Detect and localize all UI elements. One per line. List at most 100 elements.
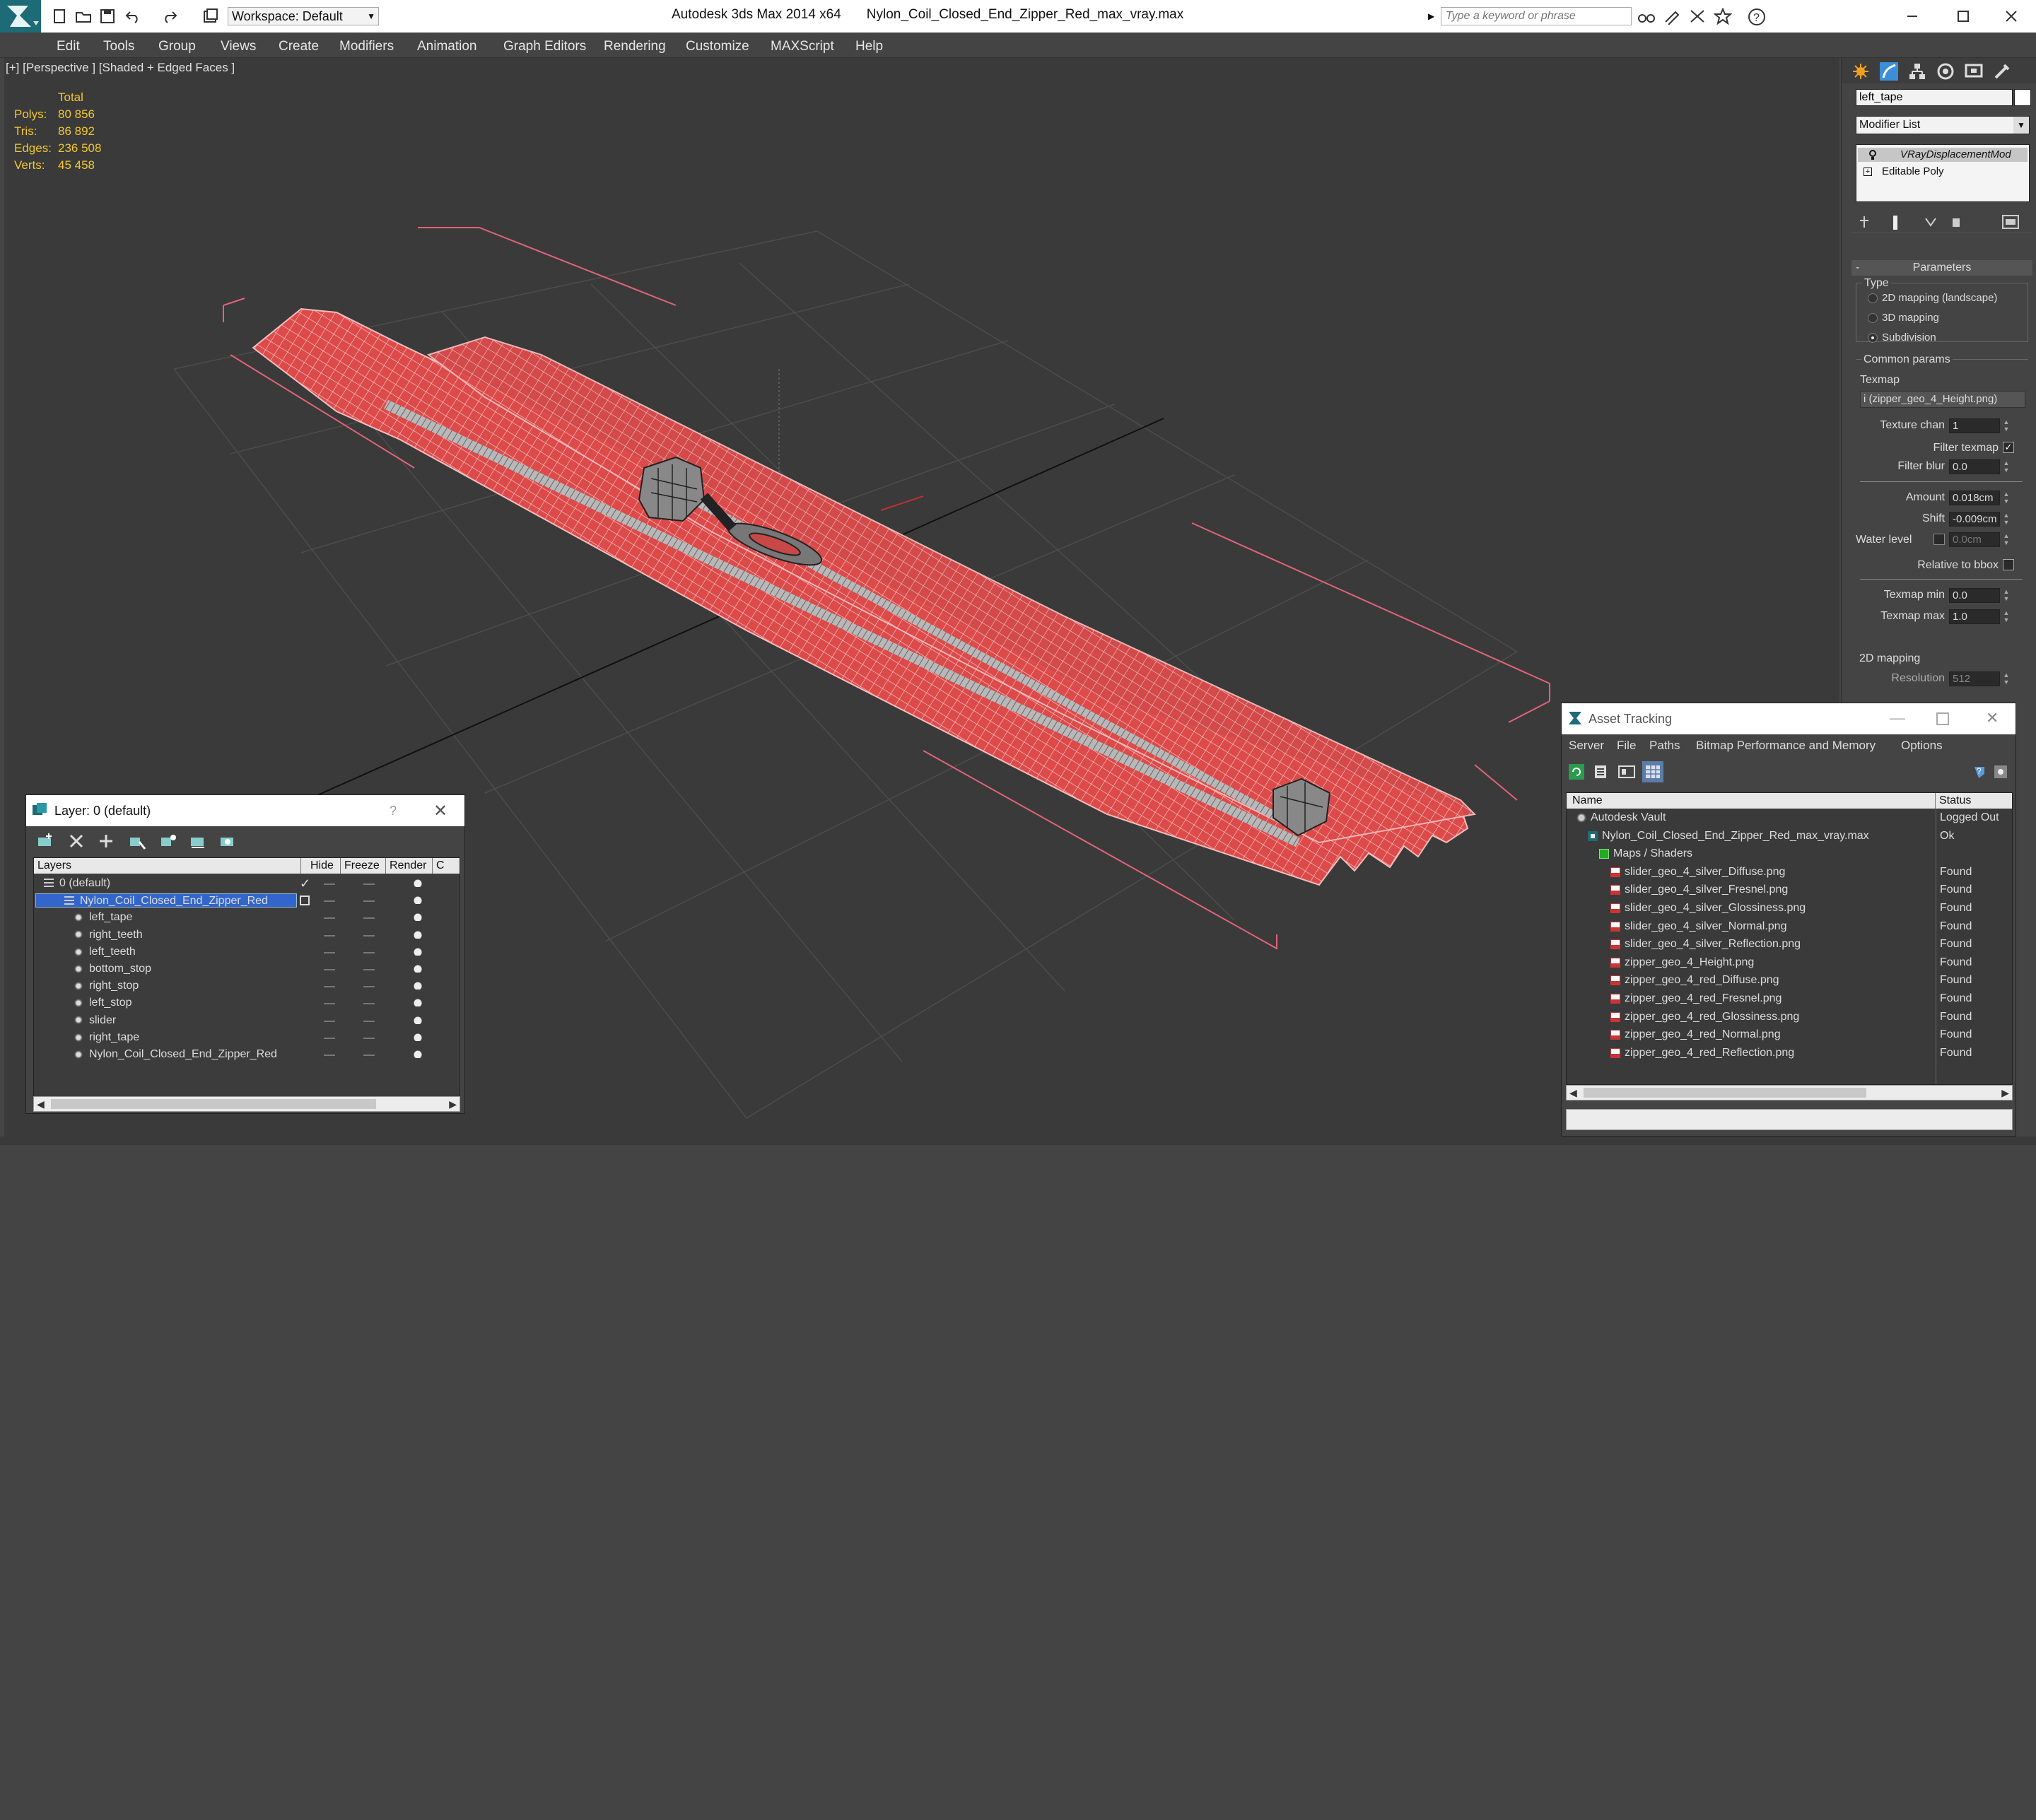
- render-teapot-icon[interactable]: [413, 912, 423, 922]
- radio-2d-mapping[interactable]: 2D mapping (landscape): [1868, 292, 1997, 304]
- highlight-layer-icon[interactable]: [159, 832, 177, 850]
- modifier-stack-item-vray[interactable]: VRayDisplacementMod: [1858, 148, 2028, 162]
- redo-icon[interactable]: [161, 8, 178, 25]
- freeze-toggle[interactable]: [363, 917, 375, 920]
- asset-row[interactable]: Autodesk Vault Logged Out: [1567, 809, 2012, 827]
- current-layer-box-icon[interactable]: [300, 896, 310, 906]
- spinner-arrows-icon[interactable]: ▲ ▼: [2001, 532, 2011, 547]
- freeze-toggle[interactable]: [363, 900, 375, 903]
- freeze-toggle[interactable]: [363, 986, 375, 988]
- layer-row[interactable]: 0 (default) ✓: [34, 875, 460, 892]
- list-view-icon[interactable]: [1593, 764, 1608, 780]
- expand-plus-icon[interactable]: +: [1864, 168, 1872, 176]
- asset-row[interactable]: slider_geo_4_silver_Reflection.png Found: [1567, 936, 2012, 953]
- render-teapot-icon[interactable]: [413, 1032, 423, 1041]
- hide-toggle[interactable]: [324, 1020, 335, 1022]
- subscription-icon[interactable]: [1663, 8, 1681, 25]
- workspace-dropdown[interactable]: Workspace: Default ▼: [228, 7, 379, 25]
- col-render[interactable]: Render: [386, 858, 433, 874]
- freeze-toggle[interactable]: [363, 883, 375, 885]
- filter-texmap-checkbox[interactable]: ✓: [2003, 442, 2014, 453]
- favorites-star-icon[interactable]: [1714, 8, 1732, 25]
- asset-menu-bitmap[interactable]: Bitmap Performance and Memory: [1696, 739, 1876, 753]
- open-file-icon[interactable]: [75, 8, 92, 25]
- save-file-icon[interactable]: [99, 8, 116, 25]
- radio-3d-mapping[interactable]: 3D mapping: [1868, 312, 1939, 324]
- col-hide[interactable]: Hide: [307, 858, 341, 874]
- minimize-button[interactable]: —: [1890, 709, 1905, 727]
- render-teapot-icon[interactable]: [413, 929, 423, 939]
- delete-layer-icon[interactable]: [67, 832, 86, 850]
- binoculars-icon[interactable]: [1637, 8, 1656, 25]
- layer-hscrollbar[interactable]: [33, 1806, 460, 1820]
- spinner-arrows-icon[interactable]: ▲ ▼: [2001, 418, 2011, 433]
- hide-toggle[interactable]: [324, 883, 335, 885]
- asset-row[interactable]: zipper_geo_4_Height.png Found: [1567, 954, 2012, 972]
- close-button[interactable]: [2001, 6, 2022, 27]
- layer-row[interactable]: left_tape: [34, 909, 460, 926]
- menu-rendering[interactable]: Rendering: [604, 39, 666, 54]
- layer-window-titlebar[interactable]: Layer: 0 (default) ? ✕: [26, 795, 464, 826]
- current-layer-check-icon[interactable]: ✓: [300, 875, 310, 892]
- asset-menu-options[interactable]: Options: [1901, 739, 1943, 753]
- object-name-field[interactable]: [1856, 89, 2013, 106]
- menu-animation[interactable]: Animation: [417, 39, 477, 54]
- asset-row[interactable]: slider_geo_4_silver_Diffuse.png Found: [1567, 864, 2012, 881]
- spinner-arrows-icon[interactable]: ▲ ▼: [2001, 671, 2011, 686]
- hide-toggle[interactable]: [324, 969, 335, 970]
- freeze-toggle[interactable]: [363, 951, 375, 953]
- utilities-tab-icon[interactable]: [1993, 62, 2011, 81]
- menu-group[interactable]: Group: [158, 39, 196, 54]
- freeze-toggle[interactable]: [363, 934, 375, 937]
- spinner-arrows-icon[interactable]: ▲ ▼: [2001, 609, 2011, 624]
- menu-tools[interactable]: Tools: [103, 39, 134, 54]
- hide-toggle[interactable]: [324, 986, 335, 988]
- search-expand-icon[interactable]: ▶: [1428, 7, 1438, 25]
- help-button[interactable]: ?: [390, 804, 397, 818]
- asset-row[interactable]: slider_geo_4_silver_Fresnel.png Found: [1567, 881, 2012, 899]
- render-teapot-icon[interactable]: [413, 964, 423, 973]
- menu-create[interactable]: Create: [279, 39, 319, 54]
- layer-scrollbar[interactable]: ◀ ▶: [33, 1096, 460, 1112]
- texmap-max-input[interactable]: 1.0: [1949, 609, 2000, 624]
- asset-row[interactable]: Nylon_Coil_Closed_End_Zipper_Red_max_vra…: [1567, 828, 2012, 845]
- texmap-button[interactable]: i (zipper_geo_4_Height.png): [1860, 391, 2025, 408]
- scroll-thumb[interactable]: [51, 1099, 376, 1109]
- render-teapot-icon[interactable]: [413, 1050, 423, 1058]
- hide-toggle[interactable]: [324, 1037, 335, 1039]
- layer-row[interactable]: left_teeth: [34, 944, 460, 961]
- scroll-left-icon[interactable]: ◀: [37, 1098, 45, 1110]
- select-objects-icon[interactable]: [128, 832, 146, 850]
- make-unique-icon[interactable]: [1924, 215, 1938, 229]
- scroll-right-icon[interactable]: ▶: [2001, 1087, 2009, 1099]
- modifier-list-dropdown[interactable]: Modifier List ▼: [1856, 116, 2030, 134]
- parameters-rollout-header[interactable]: - Parameters: [1851, 260, 2032, 276]
- object-color-swatch[interactable]: [2014, 89, 2031, 106]
- create-tab-icon[interactable]: [1851, 62, 1870, 81]
- configure-sets-icon[interactable]: [2001, 213, 2020, 230]
- asset-menu-server[interactable]: Server: [1569, 739, 1604, 753]
- thumbnail-view-icon[interactable]: [1618, 764, 1635, 780]
- asset-path-field[interactable]: [1566, 1109, 2013, 1130]
- col-name[interactable]: Name: [1567, 793, 1936, 809]
- menu-maxscript[interactable]: MAXScript: [771, 39, 834, 54]
- menu-views[interactable]: Views: [221, 39, 256, 54]
- modifier-stack-item-editpoly[interactable]: + Editable Poly: [1858, 165, 2028, 179]
- new-file-icon[interactable]: [51, 8, 68, 25]
- texture-chan-input[interactable]: 1: [1949, 418, 2000, 433]
- communication-icon[interactable]: [1688, 8, 1707, 25]
- texmap-min-input[interactable]: 0.0: [1949, 588, 2000, 603]
- layer-row[interactable]: Nylon_Coil_Closed_End_Zipper_Red: [34, 892, 460, 909]
- display-tab-icon[interactable]: [1965, 62, 1983, 81]
- menu-modifiers[interactable]: Modifiers: [339, 39, 394, 54]
- show-end-result-icon[interactable]: [1888, 215, 1902, 230]
- render-teapot-icon[interactable]: [413, 981, 423, 990]
- scroll-left-icon[interactable]: ◀: [1569, 1087, 1577, 1099]
- layer-row[interactable]: right_tape: [34, 1029, 460, 1046]
- render-teapot-icon[interactable]: [413, 946, 423, 956]
- search-input[interactable]: [1441, 7, 1632, 25]
- asset-row[interactable]: zipper_geo_4_red_Reflection.png Found: [1567, 1045, 2012, 1062]
- amount-input[interactable]: 0.018cm: [1949, 491, 2000, 505]
- lightbulb-icon[interactable]: [1868, 149, 1878, 160]
- col-color[interactable]: C: [433, 858, 460, 874]
